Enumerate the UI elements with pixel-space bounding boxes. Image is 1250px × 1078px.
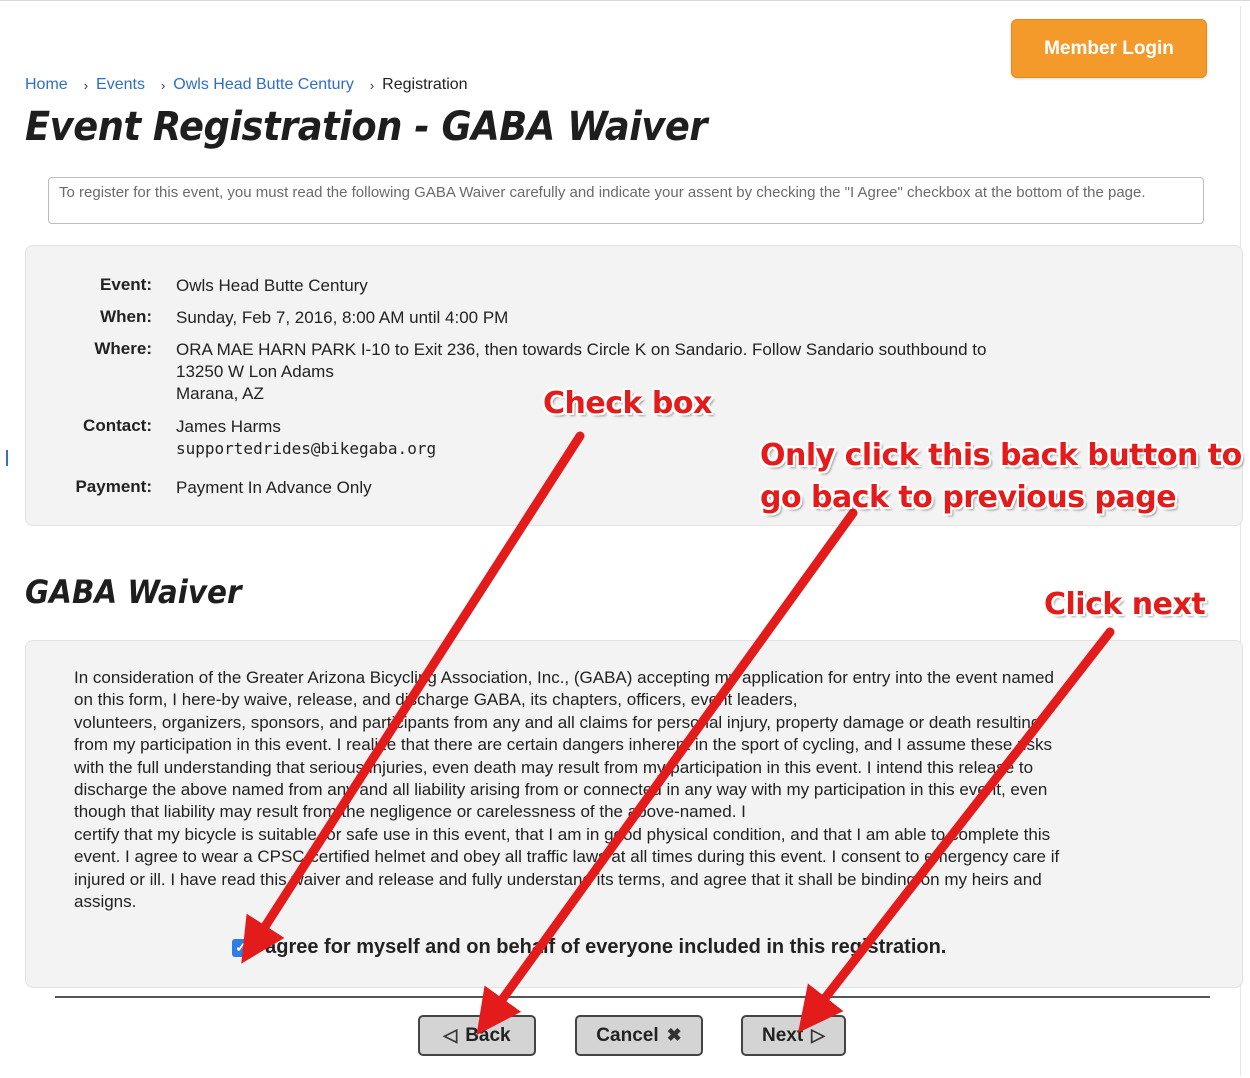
when-label: When: [100, 307, 152, 326]
agree-checkbox[interactable]: ✓ [232, 938, 250, 957]
waiver-line: volunteers, organizers, sponsors, and pa… [74, 712, 1041, 732]
breadcrumb-event-link[interactable]: Owls Head Butte Century [173, 76, 354, 94]
cancel-button[interactable]: Cancel ✖ [575, 1015, 703, 1056]
next-button-label: Next [761, 1024, 804, 1046]
close-x-icon: ✖ [666, 1025, 682, 1045]
page-title: Event Registration - GABA Waiver [25, 104, 708, 150]
breadcrumb-home-link[interactable]: Home [25, 76, 68, 94]
contact-email-link[interactable]: supportedrides@bikegaba.org [176, 438, 436, 460]
waiver-line: on this form, I here-by waive, release, … [74, 690, 798, 710]
window-left-marker [6, 450, 8, 466]
contact-label: Contact: [83, 416, 152, 435]
window-top-edge [0, 0, 1250, 7]
waiver-text: In consideration of the Greater Arizona … [74, 667, 1199, 913]
contact-name: James Harms [176, 417, 281, 436]
breadcrumb: Home › Events › Owls Head Butte Century … [25, 76, 468, 94]
cancel-button-label: Cancel [596, 1024, 659, 1046]
callout-back-line-1: Only click this back button to [760, 438, 1242, 473]
where-line-2: 13250 W Lon Adams [176, 362, 334, 381]
member-login-button[interactable]: Member Login [1011, 19, 1207, 78]
back-button-label: Back [465, 1024, 511, 1046]
back-button[interactable]: ◁ Back [418, 1015, 536, 1056]
breadcrumb-events-link[interactable]: Events [96, 76, 145, 94]
callout-check-box: Check box [543, 386, 712, 421]
actions-divider [55, 996, 1210, 998]
agree-label[interactable]: I agree for myself and on behalf of ever… [254, 936, 946, 959]
breadcrumb-current: Registration [382, 76, 468, 93]
callout-back-line-2: go back to previous page [760, 480, 1177, 515]
where-line-1: ORA MAE HARN PARK I-10 to Exit 236, then… [176, 340, 987, 359]
where-label: Where: [94, 339, 152, 358]
waiver-line: with the full understanding that serious… [74, 757, 1034, 777]
waiver-line: injured or ill. I have read this waiver … [74, 869, 1042, 889]
waiver-line: event. I agree to wear a CPSC-certified … [74, 847, 1060, 867]
next-triangle-icon: ▷ [811, 1025, 826, 1045]
event-value: Owls Head Butte Century [176, 276, 368, 295]
waiver-line: assigns. [74, 892, 137, 912]
waiver-section-title: GABA Waiver [25, 573, 242, 611]
waiver-panel: In consideration of the Greater Arizona … [25, 640, 1243, 988]
payment-label: Payment: [75, 477, 152, 496]
back-triangle-icon: ◁ [443, 1025, 458, 1045]
waiver-line: from my participation in this event. I r… [74, 735, 1052, 755]
instructions-notice: To register for this event, you must rea… [48, 177, 1204, 224]
when-value: Sunday, Feb 7, 2016, 8:00 AM until 4:00 … [176, 308, 509, 327]
breadcrumb-separator-icon: › [160, 77, 166, 93]
payment-value: Payment In Advance Only [176, 478, 372, 497]
waiver-line: In consideration of the Greater Arizona … [74, 668, 1054, 687]
next-button[interactable]: Next ▷ [741, 1015, 846, 1056]
contact-value: James Harms supportedrides@bikegaba.org [176, 416, 436, 460]
event-label: Event: [100, 275, 152, 294]
breadcrumb-separator-icon: › [369, 77, 375, 93]
waiver-line: certify that my bicycle is suitable for … [74, 824, 1051, 844]
agree-row[interactable]: ✓ I agree for myself and on behalf of ev… [232, 936, 946, 959]
breadcrumb-separator-icon: › [83, 77, 89, 93]
waiver-line: discharge the above named from any and a… [74, 780, 1048, 800]
waiver-line: though that liability may result from th… [74, 802, 746, 822]
callout-back-button: Only click this back button to go back t… [760, 435, 1242, 519]
callout-click-next: Click next [1044, 587, 1206, 622]
